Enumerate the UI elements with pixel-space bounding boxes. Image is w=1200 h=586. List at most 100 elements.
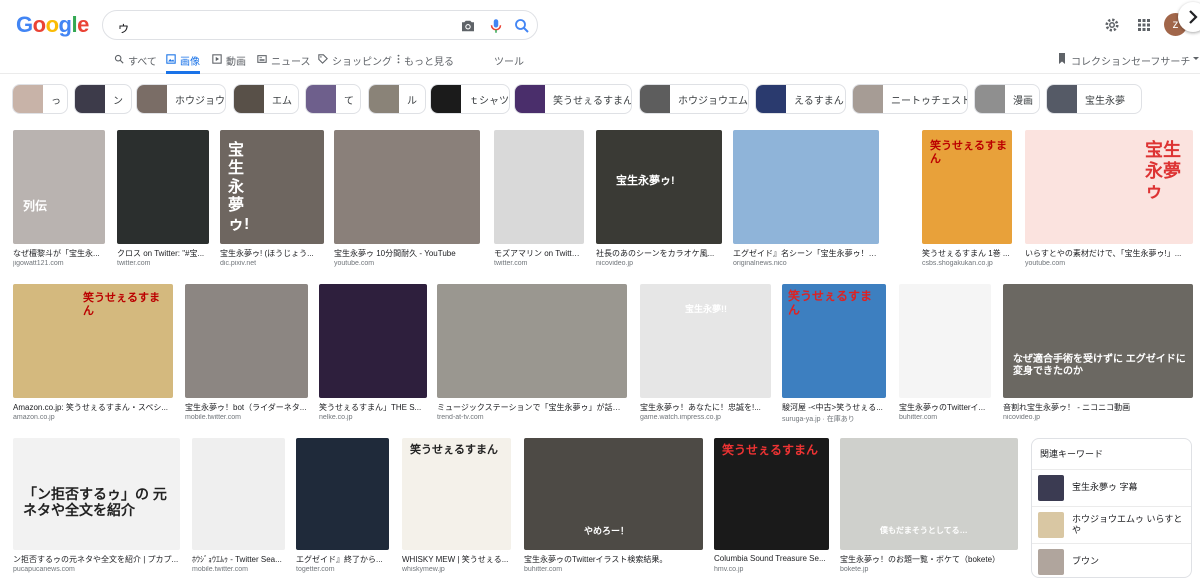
result-thumbnail[interactable]: 笑うせぇるすまん [13,284,173,398]
tab-videos[interactable]: 動画 [212,53,246,74]
chip[interactable]: エム [233,84,299,114]
result-thumbnail[interactable]: なぜ適合手術を受けずに エグゼイドに変身できたのか [1003,284,1193,398]
image-result[interactable]: エグゼイド』終了から... togetter.com [296,438,389,580]
chip[interactable]: ホウジョウ [136,84,226,114]
result-title[interactable]: いらすとやの素材だけで、「宝生永夢ゥ!」... [1025,248,1193,259]
image-result[interactable]: なぜ適合手術を受けずに エグゼイドに変身できたのか音割れ宝生永夢ゥ！ - ニコニ… [1003,284,1193,428]
result-title[interactable]: Columbia Sound Treasure Se... [714,554,829,563]
result-title[interactable]: Amazon.co.jp: 笑うせぇるすまん・スペシ... [13,402,173,413]
tab-all[interactable]: すべて [114,53,157,74]
image-result[interactable]: 宝生永夢ゥ! 社長のあのシーンをカラオケ風... nicovideo.jp [596,130,722,274]
result-title[interactable]: 宝生永夢ゥ! (ほうじょう... [220,248,324,259]
image-result[interactable]: 笑うせぇるすまん 駿河屋 -<中古>笑うせぇる... suruga-ya.jp · … [782,284,886,428]
result-title[interactable]: 宝生永夢ゥ！あなたに！忠誠を!... [640,402,771,413]
result-thumbnail[interactable] [494,130,584,244]
chip[interactable]: ホウジョウエム [639,84,749,114]
image-result[interactable]: 「ン拒否するゥ」の 元ネタや全文を紹介ン拒否するゥの元ネタや全文を紹介 | プカ… [13,438,180,580]
chip[interactable]: っ [12,84,68,114]
chip[interactable]: えるすまん [755,84,846,114]
image-result[interactable]: モズアマリン on Twitter... twitter.com [494,130,584,274]
result-thumbnail[interactable] [117,130,209,244]
result-thumbnail[interactable]: やめろー！ [524,438,703,550]
tab-more[interactable]: もっと見る [396,53,454,74]
camera-icon[interactable] [459,17,477,35]
result-thumbnail[interactable]: 笑うせぇるすまん [782,284,886,398]
collection-link[interactable]: コレクション [1057,53,1131,68]
chip[interactable]: ニートゥチェスト [852,84,968,114]
result-thumbnail[interactable]: 笑うせぇるすまん [922,130,1012,244]
result-thumbnail[interactable]: 「ン拒否するゥ」の 元ネタや全文を紹介 [13,438,180,550]
result-thumbnail[interactable]: 宝生永夢ゥ! [596,130,722,244]
result-thumbnail[interactable] [296,438,389,550]
result-thumbnail[interactable] [733,130,879,244]
result-title[interactable]: ン拒否するゥの元ネタや全文を紹介 | プカプ... [13,554,180,565]
gear-icon[interactable] [1103,16,1121,34]
result-thumbnail[interactable] [192,438,285,550]
image-result[interactable]: 宝生永夢ゥのTwitterイ... buhitter.com [899,284,991,428]
result-title[interactable]: 宝生永夢ゥ！のお題一覧・ボケて（bokete） [840,554,1018,565]
result-title[interactable]: 笑うせぇるすまん」THE S... [319,402,427,413]
safesearch-dropdown[interactable]: セーフサーチ [1131,53,1200,68]
image-result[interactable]: 笑うせぇるすまん 笑うせぇるすまん 1巻 ... csbs.shogakukan.c… [922,130,1012,274]
image-result[interactable]: 宝生永夢ゥ いらすとやの素材だけで、「宝生永夢ゥ!」... youtube.com [1025,130,1193,274]
image-result[interactable]: 宝生永夢ゥ! 宝生永夢ゥ! (ほうじょう... dic.pixiv.net [220,130,324,274]
chip[interactable]: ン [74,84,132,114]
tab-news[interactable]: ニュース [257,53,311,74]
result-title[interactable]: 宝生永夢ゥ 10分間耐久 - YouTube [334,248,480,259]
result-title[interactable]: 社長のあのシーンをカラオケ風... [596,248,722,259]
image-result[interactable]: 笑うせぇるすまん Amazon.co.jp: 笑うせぇるすまん・スペシ... ama… [13,284,173,428]
image-result[interactable]: 笑うせぇるすまん WHISKY MEW | 笑うせぇる... whiskymew.j… [402,438,511,580]
result-title[interactable]: 音割れ宝生永夢ゥ！ - ニコニコ動画 [1003,402,1193,413]
result-thumbnail[interactable] [319,284,427,398]
result-title[interactable]: 宝生永夢ゥのTwitterイラスト検索結果。 [524,554,703,565]
image-result[interactable]: ﾎｳｼﾞｮｳｴﾑｩ - Twitter Sea... mobile.twitter… [192,438,285,580]
result-thumbnail[interactable]: 笑うせぇるすまん [714,438,829,550]
google-logo[interactable]: Google [16,12,89,38]
chip[interactable]: ル [368,84,426,114]
result-thumbnail[interactable] [899,284,991,398]
chip[interactable]: ｔシャツ [430,84,510,114]
result-title[interactable]: 駿河屋 -<中古>笑うせぇる... [782,402,886,413]
result-thumbnail[interactable]: 僕もだまそうとしてる… [840,438,1018,550]
result-thumbnail[interactable]: 笑うせぇるすまん [402,438,511,550]
result-thumbnail[interactable]: 宝生永夢ゥ! [220,130,324,244]
result-title[interactable]: 宝生永夢ゥのTwitterイ... [899,402,991,413]
tab-tools[interactable]: ツール [494,53,524,74]
image-result[interactable]: 列伝 なぜ檀黎斗が「宝生永... jigowatt121.com [13,130,105,274]
image-result[interactable]: 宝生永夢!! 宝生永夢ゥ！あなたに！忠誠を!... game.watch.impre… [640,284,771,428]
image-result[interactable]: 笑うせぇるすまん Columbia Sound Treasure Se... hmv… [714,438,829,580]
mic-icon[interactable] [487,17,505,35]
search-icon[interactable] [513,17,531,35]
result-thumbnail[interactable]: 宝生永夢ゥ [1025,130,1193,244]
image-result[interactable]: 僕もだまそうとしてる… 宝生永夢ゥ！のお題一覧・ボケて（bokete） bokete… [840,438,1018,580]
image-result[interactable]: ミュージックステーションで「宝生永夢ゥ」が話題... trend-at-tv.co… [437,284,627,428]
tab-images[interactable]: 画像 [166,53,200,74]
result-thumbnail[interactable] [185,284,308,398]
result-title[interactable]: 宝生永夢ゥ！bot（ライダーネタ... [185,402,308,413]
related-keyword[interactable]: ブウン [1032,543,1191,577]
tab-shopping[interactable]: ショッピング [318,53,392,74]
image-result[interactable]: 宝生永夢ゥ 10分間耐久 - YouTube youtube.com [334,130,480,274]
chip[interactable]: 宝生永夢 [1046,84,1142,114]
image-result[interactable]: 宝生永夢ゥ！bot（ライダーネタ... mobile.twitter.com [185,284,308,428]
result-title[interactable]: ﾎｳｼﾞｮｳｴﾑｩ - Twitter Sea... [192,554,285,565]
search-box[interactable] [102,10,538,40]
result-title[interactable]: なぜ檀黎斗が「宝生永... [13,248,105,259]
result-thumbnail[interactable]: 宝生永夢!! [640,284,771,398]
result-title[interactable]: WHISKY MEW | 笑うせぇる... [402,554,511,565]
image-result[interactable]: クロス on Twitter: "#宝... twitter.com [117,130,209,274]
related-keyword[interactable]: 宝生永夢ゥ 字幕 [1032,469,1191,505]
image-result[interactable]: やめろー！ 宝生永夢ゥのTwitterイラスト検索結果。 buhitter.com [524,438,703,580]
apps-icon[interactable] [1135,16,1153,34]
result-thumbnail[interactable]: 列伝 [13,130,105,244]
search-input[interactable] [117,16,417,36]
result-thumbnail[interactable] [334,130,480,244]
result-title[interactable]: クロス on Twitter: "#宝... [117,248,209,259]
result-title[interactable]: 笑うせぇるすまん 1巻 ... [922,248,1012,259]
related-keyword[interactable]: ホウジョウエムゥ いらすとや [1032,506,1191,542]
image-result[interactable]: 笑うせぇるすまん」THE S... nelke.co.jp [319,284,427,428]
result-title[interactable]: ミュージックステーションで「宝生永夢ゥ」が話題... [437,402,627,413]
result-title[interactable]: エグゼイド』名シーン「宝生永夢ゥ！」を"い... [733,248,879,259]
chip[interactable]: 笑うせぇるすまん [514,84,632,114]
image-result[interactable]: エグゼイド』名シーン「宝生永夢ゥ！」を"い...originalnews.nic… [733,130,879,274]
